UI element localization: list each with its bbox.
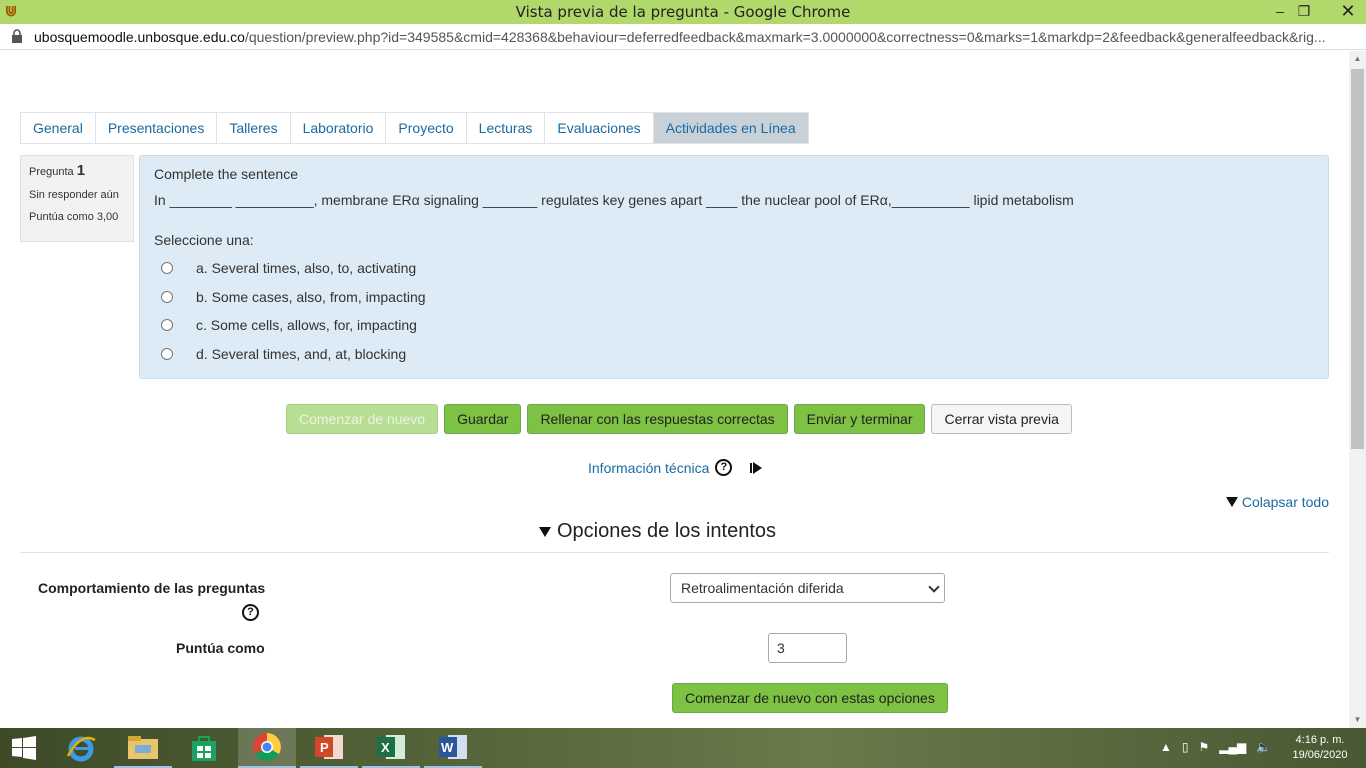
svg-text:W: W — [441, 740, 454, 755]
windows-taskbar: P X W ▲ ▯ ⚑ ▂▄▆ 🔈 4:16 p. m. 19/06/2020 — [0, 728, 1366, 768]
question-instruction: Complete the sentence — [154, 166, 298, 182]
tab-laboratorio[interactable]: Laboratorio — [289, 112, 386, 144]
answer-option-d[interactable]: d. Several times, and, at, blocking — [154, 340, 1314, 369]
file-explorer-icon[interactable] — [114, 728, 172, 768]
clock-time: 4:16 p. m. — [1295, 734, 1345, 746]
word-icon[interactable]: W — [424, 728, 482, 768]
url-text[interactable]: ubosquemoodle.unbosque.edu.co/question/p… — [34, 29, 1364, 45]
collapse-all[interactable]: Colapsar todo — [1225, 494, 1329, 510]
tab-presentaciones[interactable]: Presentaciones — [94, 112, 217, 144]
answer-option-c[interactable]: c. Some cells, allows, for, impacting — [154, 311, 1314, 340]
radio-option-c[interactable] — [161, 319, 173, 332]
question-label: Pregunta — [29, 166, 74, 178]
network-icon[interactable]: ▂▄▆ — [1219, 740, 1246, 754]
scroll-up-icon[interactable]: ▲ — [1349, 51, 1366, 67]
question-number-value: 1 — [76, 162, 86, 179]
internet-explorer-icon[interactable] — [52, 728, 110, 768]
svg-text:P: P — [320, 740, 329, 755]
svg-text:X: X — [381, 740, 390, 755]
attempt-options-title: Opciones de los intentos — [557, 520, 777, 542]
fill-correct-button[interactable]: Rellenar con las respuestas correctas — [527, 404, 788, 434]
technical-info-link[interactable]: Información técnica — [588, 460, 709, 476]
tab-actividades-en-linea[interactable]: Actividades en Línea — [652, 112, 809, 144]
powerpoint-icon[interactable]: P — [300, 728, 358, 768]
answer-option-a[interactable]: a. Several times, also, to, activating — [154, 254, 1314, 283]
collapse-all-link[interactable]: Colapsar todo — [1242, 494, 1329, 510]
option-label: c. Some cells, allows, for, impacting — [196, 317, 417, 334]
behaviour-help-icon[interactable]: ? — [242, 604, 259, 621]
expand-arrow-icon[interactable] — [750, 461, 763, 474]
mark-label: Puntúa como — [176, 640, 265, 656]
windows-start-icon[interactable] — [0, 728, 48, 768]
device-icon[interactable]: ▯ — [1182, 740, 1189, 754]
tab-proyecto[interactable]: Proyecto — [385, 112, 466, 144]
scroll-down-icon[interactable]: ▼ — [1349, 712, 1366, 728]
attempt-options-heading[interactable]: Opciones de los intentos — [539, 520, 776, 543]
url-path: /question/preview.php?id=349585&cmid=428… — [244, 29, 1326, 45]
save-button[interactable]: Guardar — [444, 404, 522, 434]
behaviour-label: Comportamiento de las preguntas — [38, 580, 266, 596]
scrollbar-thumb[interactable] — [1351, 69, 1364, 449]
radio-option-a[interactable] — [161, 262, 173, 275]
page-scrollbar[interactable]: ▲ ▼ — [1349, 51, 1366, 728]
clock-date: 19/06/2020 — [1292, 749, 1348, 761]
close-window-button[interactable]: ✕ — [1330, 0, 1366, 24]
answer-option-b[interactable]: b. Some cases, also, from, impacting — [154, 283, 1314, 312]
restart-button[interactable]: Comenzar de nuevo — [286, 404, 439, 434]
question-state: Sin responder aún — [29, 189, 119, 201]
course-tabs: General Presentaciones Talleres Laborato… — [20, 112, 809, 144]
technical-info[interactable]: Información técnica ? — [588, 459, 763, 476]
preview-controls: Comenzar de nuevo Guardar Rellenar con l… — [286, 404, 1072, 434]
question-grade: Puntúa como 3,00 — [29, 211, 119, 223]
chrome-icon[interactable] — [238, 728, 296, 768]
question-text: In ________ __________, membrane ERα sig… — [154, 192, 1074, 208]
radio-option-b[interactable] — [161, 290, 173, 303]
tab-general[interactable]: General — [20, 112, 95, 144]
question-info: Pregunta 1 Sin responder aún Puntúa como… — [20, 155, 134, 242]
behaviour-select[interactable]: Retroalimentación diferida — [670, 573, 945, 603]
tab-lecturas[interactable]: Lecturas — [465, 112, 545, 144]
divider — [20, 552, 1329, 553]
show-hidden-icons-icon[interactable]: ▲ — [1160, 740, 1172, 754]
browser-title-bar: ⋓ Vista previa de la pregunta - Google C… — [0, 0, 1366, 24]
collapse-triangle-icon — [1225, 497, 1238, 507]
behaviour-select-value: Retroalimentación diferida — [681, 580, 844, 596]
taskbar-clock[interactable]: 4:16 p. m. 19/06/2020 — [1285, 733, 1355, 763]
excel-icon[interactable]: X — [362, 728, 420, 768]
option-label: d. Several times, and, at, blocking — [196, 345, 407, 362]
tab-evaluaciones[interactable]: Evaluaciones — [544, 112, 653, 144]
section-toggle-icon[interactable] — [539, 526, 551, 537]
option-label: a. Several times, also, to, activating — [196, 260, 417, 277]
store-icon[interactable] — [175, 728, 233, 768]
url-host: ubosquemoodle.unbosque.edu.co — [34, 29, 245, 45]
address-bar[interactable]: ubosquemoodle.unbosque.edu.co/question/p… — [0, 24, 1366, 50]
flag-icon[interactable]: ⚑ — [1199, 740, 1210, 754]
radio-option-d[interactable] — [161, 347, 173, 360]
help-icon[interactable]: ? — [715, 459, 733, 476]
question-number: Pregunta 1 — [29, 162, 125, 179]
option-label: b. Some cases, also, from, impacting — [196, 288, 426, 305]
mark-input[interactable]: 3 — [768, 633, 847, 663]
question-content: Complete the sentence In ________ ______… — [139, 155, 1329, 379]
maximize-button[interactable]: ❐ — [1290, 0, 1318, 24]
answer-prompt: Seleccione una: — [154, 232, 254, 248]
chevron-down-icon — [928, 581, 940, 593]
restart-with-options-button[interactable]: Comenzar de nuevo con estas opciones — [672, 683, 948, 713]
system-tray: ▲ ▯ ⚑ ▂▄▆ 🔈 — [1160, 740, 1271, 754]
window-title: Vista previa de la pregunta - Google Chr… — [515, 3, 851, 21]
tab-talleres[interactable]: Talleres — [216, 112, 290, 144]
volume-icon[interactable]: 🔈 — [1256, 740, 1271, 754]
lock-icon — [12, 29, 22, 43]
submit-finish-button[interactable]: Enviar y terminar — [793, 404, 926, 434]
close-preview-button[interactable]: Cerrar vista previa — [931, 404, 1072, 434]
